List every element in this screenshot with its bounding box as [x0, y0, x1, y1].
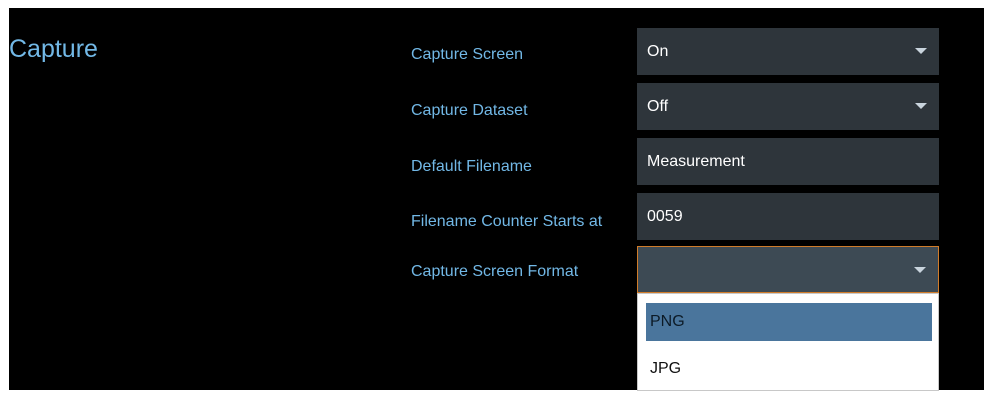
filename-counter-value: 0059 — [647, 207, 683, 225]
format-option-png[interactable]: PNG — [646, 303, 932, 341]
chevron-down-icon — [915, 48, 927, 54]
capture-screen-value: On — [647, 42, 669, 60]
format-dropdown-list: PNG JPG — [637, 293, 939, 391]
capture-dataset-label: Capture Dataset — [411, 102, 528, 119]
format-option-jpg[interactable]: JPG — [646, 350, 932, 388]
capture-screen-format-label: Capture Screen Format — [411, 263, 579, 280]
filename-counter-input[interactable]: 0059 — [637, 193, 939, 240]
default-filename-label: Default Filename — [411, 158, 532, 175]
capture-dataset-value: Off — [647, 97, 669, 115]
capture-screen-label: Capture Screen — [411, 46, 524, 63]
filename-counter-label: Filename Counter Starts at — [411, 213, 603, 230]
chevron-down-icon — [915, 103, 927, 109]
capture-settings-panel: Capture Capture Screen On Capture Datase… — [9, 8, 984, 391]
panel-title: Capture — [9, 35, 98, 63]
capture-screen-select[interactable]: On — [637, 28, 939, 75]
chevron-down-icon — [914, 267, 926, 273]
default-filename-value: Measurement — [647, 152, 745, 170]
capture-dataset-select[interactable]: Off — [637, 83, 939, 130]
capture-screen-format-select[interactable] — [637, 246, 939, 293]
default-filename-input[interactable]: Measurement — [637, 138, 939, 185]
